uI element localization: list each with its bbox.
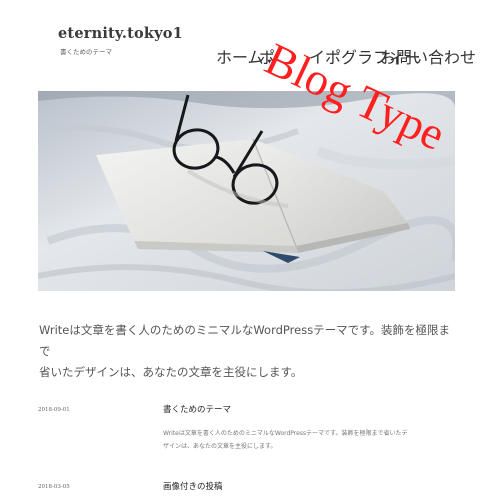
post-excerpt: Writeは文章を書く人のためのミニマルなWordPressテーマです。装飾を極… [163, 427, 463, 453]
book-with-glasses-photo-icon [38, 91, 455, 291]
intro-line: Writeは文章を書く人のためのミニマルなWordPressテーマです。装飾を極… [39, 323, 451, 358]
post-date: 2018-09-01 [38, 407, 70, 413]
intro-text: Writeは文章を書く人のためのミニマルなWordPressテーマです。装飾を極… [39, 320, 459, 383]
nav-item-label: ホーム [216, 48, 264, 67]
excerpt-line: Writeは文章を書く人のためのミニマルなWordPressテーマです。装飾を極… [163, 430, 408, 437]
nav-item-label: お問い合わせ [380, 48, 477, 67]
post-date: 2018-03-05 [38, 484, 70, 490]
post-title[interactable]: 書くためのテーマ [163, 403, 231, 415]
nav-item-posts[interactable]: ポ [259, 44, 275, 68]
nav-item-label: ポ [259, 48, 276, 67]
post-title[interactable]: 画像付きの投稿 [163, 480, 223, 492]
intro-line: 省いたデザインは、あなたの文章を主役にします。 [39, 365, 303, 379]
site-description: 書くためのテーマ [60, 48, 112, 56]
site-title[interactable]: eternity.tokyo1 [58, 25, 183, 42]
nav-item-contact[interactable]: お問い合わせ [380, 44, 476, 68]
hero-image [38, 91, 455, 291]
excerpt-line: ザインは、あなたの文章を主役にします。 [163, 443, 277, 450]
